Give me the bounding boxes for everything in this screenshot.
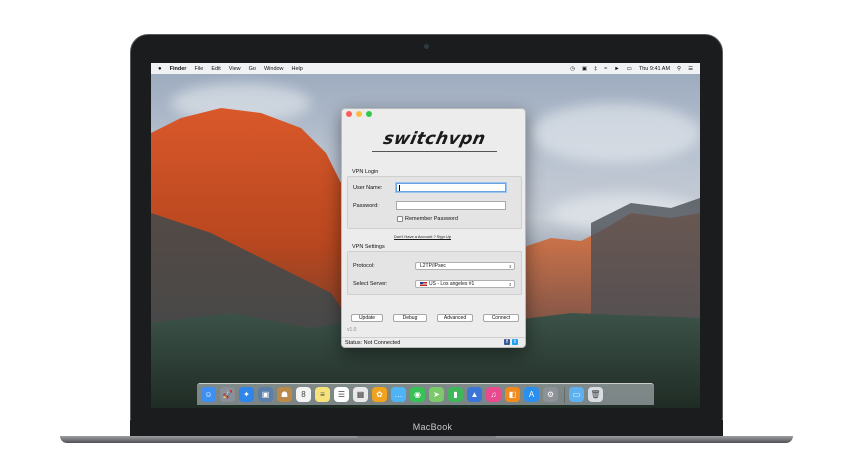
status-bar: Status: Not Connected	[342, 337, 525, 349]
server-value: US - Los angeles #1	[429, 281, 475, 287]
volume-icon[interactable]: ►	[614, 66, 619, 72]
menu-clock[interactable]: Thu 9:41 AM	[639, 66, 670, 72]
keynote-icon[interactable]: ▲	[467, 387, 482, 402]
notification-center-icon[interactable]: ☰	[688, 66, 693, 72]
window-zoom-button[interactable]	[366, 111, 372, 117]
calendar-icon[interactable]: 8	[296, 387, 311, 402]
device-label: MacBook	[412, 422, 453, 432]
settings-section-title: VPN Settings	[352, 244, 385, 250]
safari-icon[interactable]: ✦	[239, 387, 254, 402]
window-close-button[interactable]	[346, 111, 352, 117]
server-label: Select Server:	[353, 281, 388, 287]
notes-icon[interactable]: ≡	[315, 387, 330, 402]
reminders-icon[interactable]: ☰	[334, 387, 349, 402]
system-preferences-icon[interactable]: ⚙	[543, 387, 558, 402]
protocol-select[interactable]: L2TP/IPsec ⇕	[415, 262, 515, 270]
app-version: v1.0	[347, 327, 357, 333]
airplay-icon[interactable]: ▣	[582, 66, 587, 72]
remember-password-label: Remember Password	[405, 216, 458, 222]
window-titlebar[interactable]	[342, 109, 525, 119]
connect-button[interactable]: Connect	[483, 314, 519, 322]
protocol-label: Protocol:	[353, 263, 375, 269]
connection-status: Status: Not Connected	[345, 340, 401, 346]
menu-help[interactable]: Help	[292, 66, 303, 72]
photos-grid-icon[interactable]: ▦	[353, 387, 368, 402]
password-label: Password:	[353, 203, 379, 209]
menu-go[interactable]: Go	[249, 66, 256, 72]
menu-finder[interactable]: Finder	[170, 66, 187, 72]
logo-underline	[372, 151, 497, 152]
server-select[interactable]: US - Los angeles #1 ⇕	[415, 280, 515, 288]
photos-icon[interactable]: ✿	[372, 387, 387, 402]
menu-view[interactable]: View	[229, 66, 241, 72]
itunes-icon[interactable]: ♫	[486, 387, 501, 402]
us-flag-icon	[420, 281, 427, 286]
window-minimize-button[interactable]	[356, 111, 362, 117]
signup-link[interactable]: Don't Have a Account ? Sign Up	[394, 234, 451, 239]
menu-edit[interactable]: Edit	[211, 66, 220, 72]
finder-icon[interactable]: ☺	[201, 387, 216, 402]
settings-group: Protocol: L2TP/IPsec ⇕ Select Server: US…	[347, 251, 522, 295]
username-input[interactable]	[396, 183, 506, 192]
app-logo: switchvpn	[381, 129, 488, 149]
facebook-icon[interactable]: f	[504, 339, 510, 345]
menu-bar: ● Finder File Edit View Go Window Help ◷…	[151, 63, 700, 74]
desktop-screen: ● Finder File Edit View Go Window Help ◷…	[151, 63, 700, 408]
battery-icon[interactable]: ▭	[627, 66, 632, 72]
contacts-icon[interactable]: ☗	[277, 387, 292, 402]
menu-file[interactable]: File	[194, 66, 203, 72]
spotlight-icon[interactable]: ⚲	[677, 66, 681, 72]
login-section-title: VPN Login	[352, 169, 379, 175]
protocol-value: L2TP/IPsec	[420, 263, 446, 269]
menu-window[interactable]: Window	[264, 66, 284, 72]
debug-button[interactable]: Debug	[393, 314, 427, 322]
maps-icon[interactable]: ➤	[429, 387, 444, 402]
time-machine-icon[interactable]: ◷	[570, 66, 575, 72]
remember-password-checkbox[interactable]	[397, 216, 403, 222]
advanced-button[interactable]: Advanced	[437, 314, 473, 322]
launchpad-icon[interactable]: 🚀	[220, 387, 235, 402]
photo-browser-icon[interactable]: ▣	[258, 387, 273, 402]
camera	[424, 44, 429, 49]
login-group: User Name: Password: Remember Password	[347, 176, 522, 229]
numbers-icon[interactable]: ▮	[448, 387, 463, 402]
app-store-icon[interactable]: A	[524, 387, 539, 402]
dock-separator	[564, 386, 565, 403]
username-label: User Name:	[353, 185, 383, 191]
vpn-app-window: switchvpn VPN Login User Name: Password:…	[341, 108, 526, 348]
messages-icon[interactable]: …	[391, 387, 406, 402]
bluetooth-icon[interactable]: ‡	[594, 66, 597, 72]
wifi-icon[interactable]: ≈	[604, 66, 607, 72]
dock: ☺ 🚀 ✦ ▣ ☗ 8 ≡ ☰ ▦ ✿ … ◉ ➤ ▮ ▲ ♫ ◧ A ⚙ ▭ 🗑	[197, 383, 654, 405]
password-input[interactable]	[396, 201, 506, 210]
update-button[interactable]: Update	[351, 314, 383, 322]
downloads-folder-icon[interactable]: ▭	[569, 387, 584, 402]
facetime-icon[interactable]: ◉	[410, 387, 425, 402]
laptop-notch	[357, 436, 496, 440]
select-arrows-icon: ⇕	[508, 264, 512, 269]
trash-icon[interactable]: 🗑	[588, 387, 603, 402]
select-arrows-icon: ⇕	[508, 282, 512, 287]
apple-menu-icon[interactable]: ●	[158, 66, 162, 72]
twitter-icon[interactable]: t	[512, 339, 518, 345]
ibooks-icon[interactable]: ◧	[505, 387, 520, 402]
